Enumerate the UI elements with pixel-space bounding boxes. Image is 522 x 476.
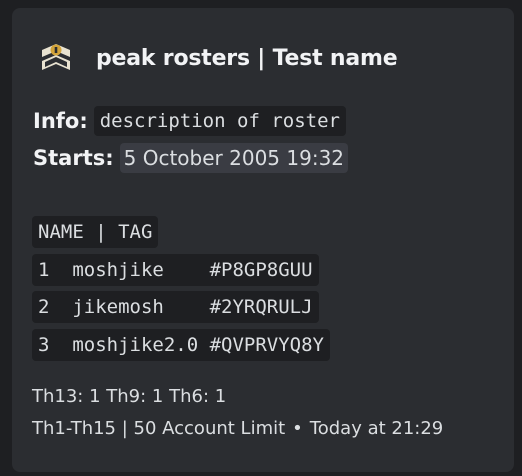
footer-timestamp: Today at 21:29	[309, 418, 444, 439]
footer-separator: •	[292, 418, 303, 439]
roster-table-header: NAME | TAG	[32, 216, 159, 248]
footer-text: Th1-Th15 | 50 Account Limit	[32, 418, 286, 439]
roster-row: 3 moshjike2.0 #QVPRVYQ8Y	[32, 329, 330, 361]
starts-line: Starts: 5 October 2005 19:32	[33, 143, 349, 173]
badge-icon	[42, 44, 70, 70]
roster-row: 2 jikemosh #2YRQRULJ	[32, 291, 319, 323]
info-line: Info: description of roster	[33, 106, 346, 136]
embed-footer: Th1-Th15 | 50 Account Limit • Today at 21:…	[32, 418, 443, 439]
roster-row: 1 moshjike #P8GP8GUU	[32, 254, 319, 286]
th-summary: Th13: 1 Th9: 1 Th6: 1	[32, 386, 227, 407]
author-name: peak rosters | Test name	[96, 45, 398, 71]
info-value: description of roster	[93, 106, 346, 136]
starts-label: Starts:	[33, 146, 114, 170]
starts-date[interactable]: 5 October 2005 19:32	[119, 143, 349, 173]
info-label: Info:	[33, 109, 88, 133]
embed-author: peak rosters | Test name	[38, 40, 398, 76]
